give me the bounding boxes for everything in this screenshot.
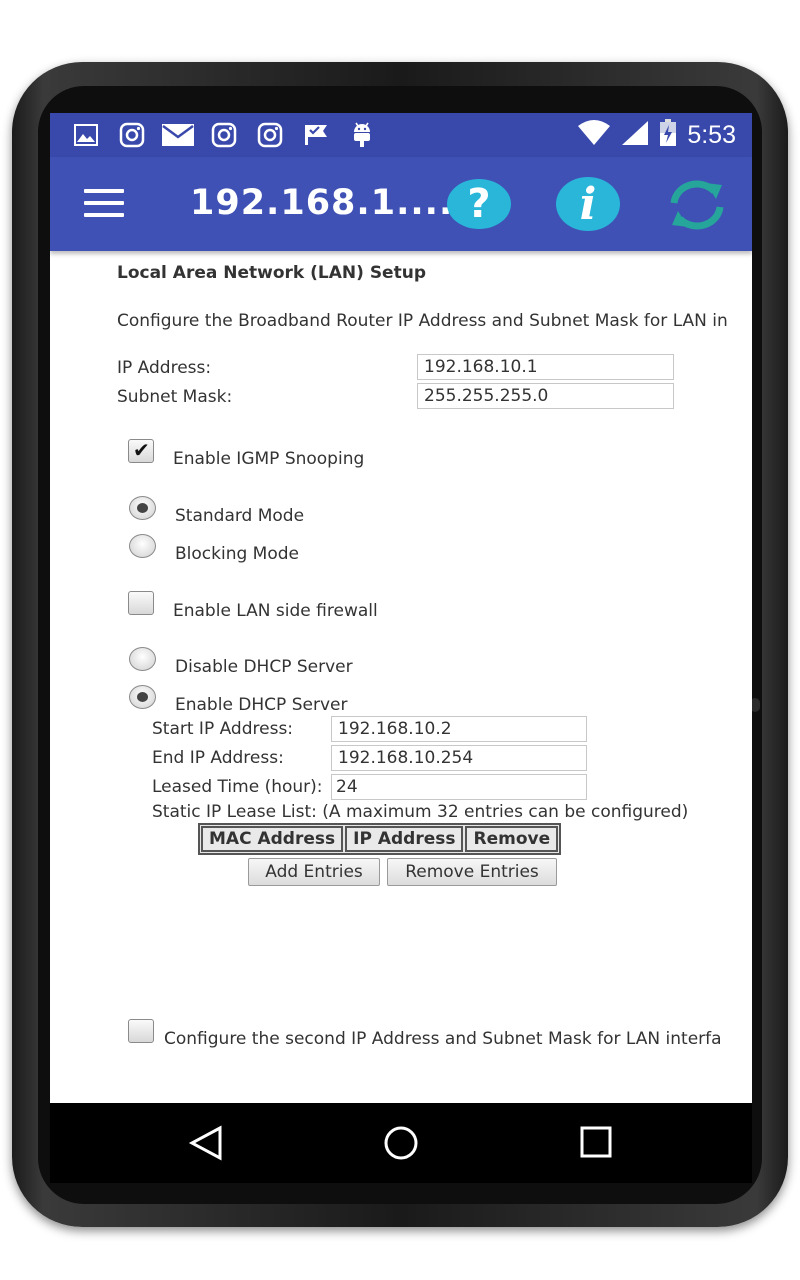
static-lease-table: MAC Address IP Address Remove xyxy=(198,823,562,855)
standard-mode-radio[interactable] xyxy=(129,496,156,520)
igmp-snooping-checkbox[interactable]: ✔ xyxy=(128,438,154,463)
add-entries-button[interactable]: Add Entries xyxy=(248,858,380,886)
igmp-snooping-label: Enable IGMP Snooping xyxy=(173,449,365,469)
radio-selected-dot xyxy=(137,503,148,513)
menu-button[interactable] xyxy=(84,189,124,221)
image-icon xyxy=(70,121,102,149)
lan-firewall-label: Enable LAN side firewall xyxy=(173,601,378,621)
screen: 5:53 192.168.1.... ? i Local Area Networ… xyxy=(50,113,752,1183)
lease-time-label: Leased Time (hour): xyxy=(152,777,323,797)
wifi-icon xyxy=(577,120,611,150)
blocking-mode-label: Blocking Mode xyxy=(175,544,299,564)
instagram-icon xyxy=(208,121,240,149)
battery-charging-icon xyxy=(659,119,677,151)
info-icon: i xyxy=(579,178,597,230)
radio-selected-dot xyxy=(137,692,148,702)
back-icon xyxy=(188,1125,222,1161)
signal-icon xyxy=(621,120,649,150)
subnet-mask-input[interactable]: 255.255.255.0 xyxy=(417,383,674,409)
android-icon xyxy=(346,121,378,149)
mail-icon xyxy=(162,121,194,149)
hamburger-icon xyxy=(84,189,124,193)
system-status: 5:53 xyxy=(577,119,736,151)
instagram-icon xyxy=(116,121,148,149)
lan-firewall-checkbox[interactable] xyxy=(128,591,154,615)
end-ip-input[interactable]: 192.168.10.254 xyxy=(331,745,587,771)
column-remove: Remove xyxy=(465,826,559,852)
home-icon xyxy=(384,1126,418,1160)
checkmark-icon: ✔ xyxy=(133,438,150,462)
page-title: 192.168.1.... xyxy=(190,183,454,223)
recents-icon xyxy=(580,1126,612,1158)
standard-mode-label: Standard Mode xyxy=(175,506,305,526)
enable-dhcp-label: Enable DHCP Server xyxy=(175,695,348,715)
column-ip-address: IP Address xyxy=(345,826,464,852)
home-button[interactable] xyxy=(383,1125,419,1165)
enable-dhcp-radio[interactable] xyxy=(129,685,156,709)
lan-setup-form: Local Area Network (LAN) Setup Configure… xyxy=(50,251,752,1103)
subnet-mask-label: Subnet Mask: xyxy=(117,387,233,407)
start-ip-input[interactable]: 192.168.10.2 xyxy=(331,716,587,742)
navigation-bar xyxy=(50,1103,752,1183)
column-mac-address: MAC Address xyxy=(201,826,344,852)
section-description: Configure the Broadband Router IP Addres… xyxy=(117,311,728,331)
lease-time-input[interactable]: 24 xyxy=(331,774,587,800)
refresh-button[interactable] xyxy=(664,179,730,231)
info-button[interactable]: i xyxy=(556,177,620,231)
question-icon: ? xyxy=(467,181,491,227)
remove-entries-button[interactable]: Remove Entries xyxy=(387,858,557,886)
status-bar: 5:53 xyxy=(50,113,752,157)
blocking-mode-radio[interactable] xyxy=(129,534,156,558)
ip-address-label: IP Address: xyxy=(117,358,212,378)
recents-button[interactable] xyxy=(579,1125,613,1163)
clock: 5:53 xyxy=(687,120,736,149)
back-button[interactable] xyxy=(188,1125,224,1165)
disable-dhcp-radio[interactable] xyxy=(129,647,156,671)
disable-dhcp-label: Disable DHCP Server xyxy=(175,657,353,677)
static-lease-label: Static IP Lease List: (A maximum 32 entr… xyxy=(152,802,689,822)
help-button[interactable]: ? xyxy=(447,179,511,229)
notification-icons xyxy=(70,121,378,149)
second-ip-label: Configure the second IP Address and Subn… xyxy=(164,1029,722,1049)
section-heading: Local Area Network (LAN) Setup xyxy=(117,263,426,283)
end-ip-label: End IP Address: xyxy=(152,748,284,768)
app-bar: 192.168.1.... ? i xyxy=(50,157,752,251)
ip-address-input[interactable]: 192.168.10.1 xyxy=(417,354,674,380)
check-flag-icon xyxy=(300,121,332,149)
instagram-icon xyxy=(254,121,286,149)
start-ip-label: Start IP Address: xyxy=(152,719,294,739)
refresh-icon xyxy=(670,180,724,230)
second-ip-checkbox[interactable] xyxy=(128,1019,154,1043)
